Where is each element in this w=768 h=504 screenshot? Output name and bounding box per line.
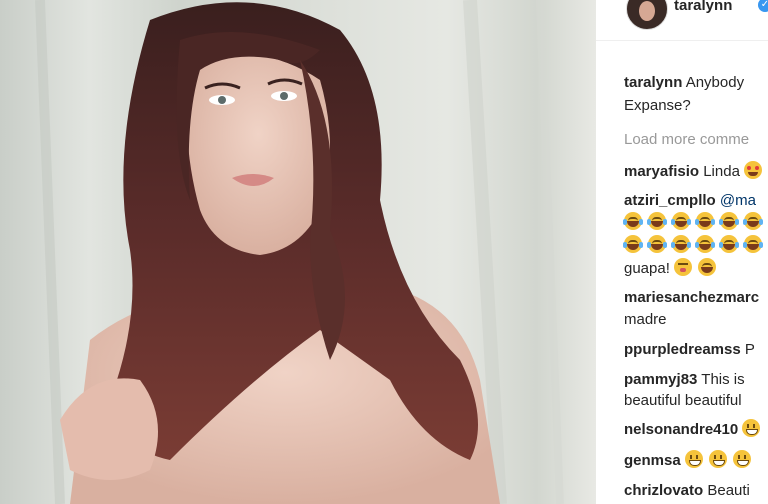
post-header: taralynn ✓ — [596, 0, 768, 41]
tears-of-joy-emoji-icon — [743, 235, 763, 253]
comment-username[interactable]: genmsa — [624, 452, 681, 469]
comment-username[interactable]: pammyj83 — [624, 371, 697, 388]
tears-of-joy-emoji-icon — [647, 235, 667, 253]
kissing-emoji-icon — [674, 258, 693, 276]
tears-of-joy-emoji-icon — [623, 212, 643, 230]
comment-text: Beauti — [707, 482, 750, 499]
comment-text: P — [744, 341, 755, 358]
post-photo[interactable] — [0, 0, 596, 504]
comment-line-2: madre — [624, 311, 667, 328]
comment-username[interactable]: maryafisio — [624, 163, 699, 180]
tears-of-joy-emoji-icon — [719, 212, 739, 230]
comment-mention[interactable]: @ma — [720, 192, 756, 209]
grinning-emoji-icon — [732, 450, 751, 468]
grinning-emoji-icon — [708, 450, 727, 468]
tears-of-joy-emoji-icon — [719, 235, 739, 253]
verified-badge-icon: ✓ — [758, 0, 768, 12]
tears-of-joy-emoji-icon — [695, 212, 715, 230]
comment: genmsa — [624, 450, 757, 471]
grinning-emoji-icon — [684, 450, 703, 468]
comment-username[interactable]: ppurpledreamss — [624, 341, 741, 358]
tears-of-joy-emoji-icon — [671, 235, 691, 253]
comment-line-2: beautiful beautiful — [624, 392, 742, 409]
caption: taralynn Anybody — [624, 73, 744, 93]
comment: chrizlovato Beauti — [624, 481, 750, 501]
comment-username[interactable]: atziri_cmpllo — [624, 192, 716, 209]
heart-eyes-emoji-icon — [744, 161, 763, 179]
comment: atziri_cmpllo @ma — [624, 191, 756, 211]
grinning-emoji-icon — [742, 419, 761, 437]
author-username[interactable]: taralynn — [674, 0, 732, 14]
comment-text: guapa! — [624, 260, 670, 277]
comments-panel: taralynn ✓ taralynn Anybody Expanse? Loa… — [596, 0, 768, 504]
tears-of-joy-emoji-icon — [647, 212, 667, 230]
tears-of-joy-emoji-icon — [671, 212, 691, 230]
tears-of-joy-emoji-icon — [695, 235, 715, 253]
comment: maryafisio Linda — [624, 161, 768, 182]
comment: nelsonandre410 — [624, 419, 766, 440]
comment-line: guapa! — [624, 258, 722, 279]
photo-woman-portrait — [0, 0, 596, 504]
comment-username[interactable]: mariesanchezmarc — [624, 289, 759, 306]
tears-of-joy-emoji-icon — [623, 235, 643, 253]
comment: pammyj83 This is — [624, 370, 745, 390]
rolling-laughing-emoji-icon — [698, 258, 717, 276]
laughing-emoji-row — [623, 235, 768, 256]
avatar[interactable] — [626, 0, 668, 30]
comment: ppurpledreamss P — [624, 340, 755, 360]
caption-username[interactable]: taralynn — [624, 74, 682, 91]
load-more-comments-link[interactable]: Load more comme — [624, 130, 749, 150]
tears-of-joy-emoji-icon — [743, 212, 763, 230]
caption-line-2: Expanse? — [624, 97, 691, 114]
comment: mariesanchezmarc — [624, 288, 759, 308]
comment-text: Linda — [703, 163, 740, 180]
comment-username[interactable]: nelsonandre410 — [624, 421, 738, 438]
caption-text: Anybody — [685, 74, 745, 91]
comment-text: This is — [701, 371, 745, 388]
laughing-emoji-row — [623, 212, 768, 233]
comment-username[interactable]: chrizlovato — [624, 482, 703, 499]
